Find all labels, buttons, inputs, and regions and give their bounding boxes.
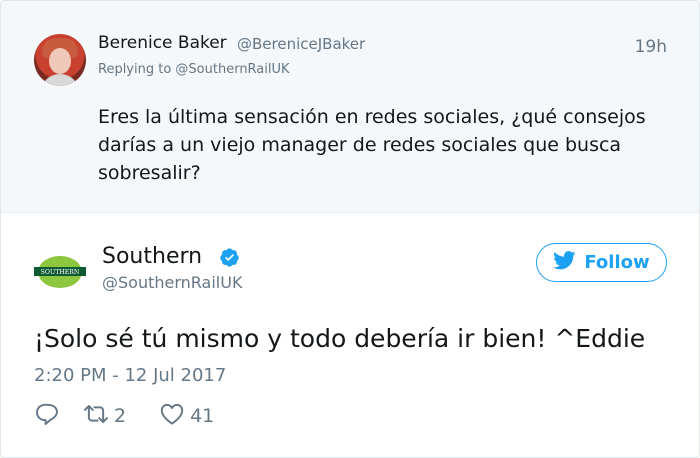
- reply-tweet-text: Eres la última sensación en redes social…: [98, 106, 646, 184]
- like-count: 41: [190, 405, 215, 427]
- main-tweet-timestamp[interactable]: 2:20 PM - 12 Jul 2017: [34, 365, 226, 386]
- main-author-handle[interactable]: @SouthernRailUK: [102, 273, 242, 292]
- follow-button[interactable]: Follow: [536, 243, 667, 282]
- replying-to-label: Replying to @SouthernRailUK: [98, 62, 290, 77]
- main-tweet-text: ¡Solo sé tú mismo y todo debería ir bien…: [34, 324, 646, 353]
- follow-button-label: Follow: [584, 252, 650, 273]
- like-heart-icon: [159, 401, 185, 432]
- tweet-actions: 2 41: [34, 402, 214, 430]
- southern-logo-avatar[interactable]: SOUTHERN: [34, 245, 86, 297]
- embedded-tweet-card: Berenice Baker @BereniceJBaker 19h Reply…: [0, 0, 700, 458]
- reply-timestamp[interactable]: 19h: [635, 37, 667, 57]
- reply-author-handle[interactable]: @BereniceJBaker: [237, 35, 365, 53]
- reply-tweet[interactable]: Berenice Baker @BereniceJBaker 19h Reply…: [1, 1, 699, 213]
- reply-author-name[interactable]: Berenice Baker: [98, 33, 227, 53]
- retweet-action[interactable]: 2: [78, 401, 126, 432]
- retweet-count: 2: [114, 405, 127, 427]
- like-action[interactable]: 41: [154, 401, 214, 432]
- reply-icon: [34, 401, 60, 432]
- verified-badge-icon: [219, 247, 240, 268]
- retweet-icon: [83, 401, 109, 432]
- reply-action[interactable]: [34, 401, 60, 432]
- main-author-name[interactable]: Southern: [102, 244, 202, 269]
- twitter-bird-icon: [553, 250, 576, 275]
- svg-text:SOUTHERN: SOUTHERN: [41, 269, 80, 276]
- berenice-avatar[interactable]: [34, 34, 86, 86]
